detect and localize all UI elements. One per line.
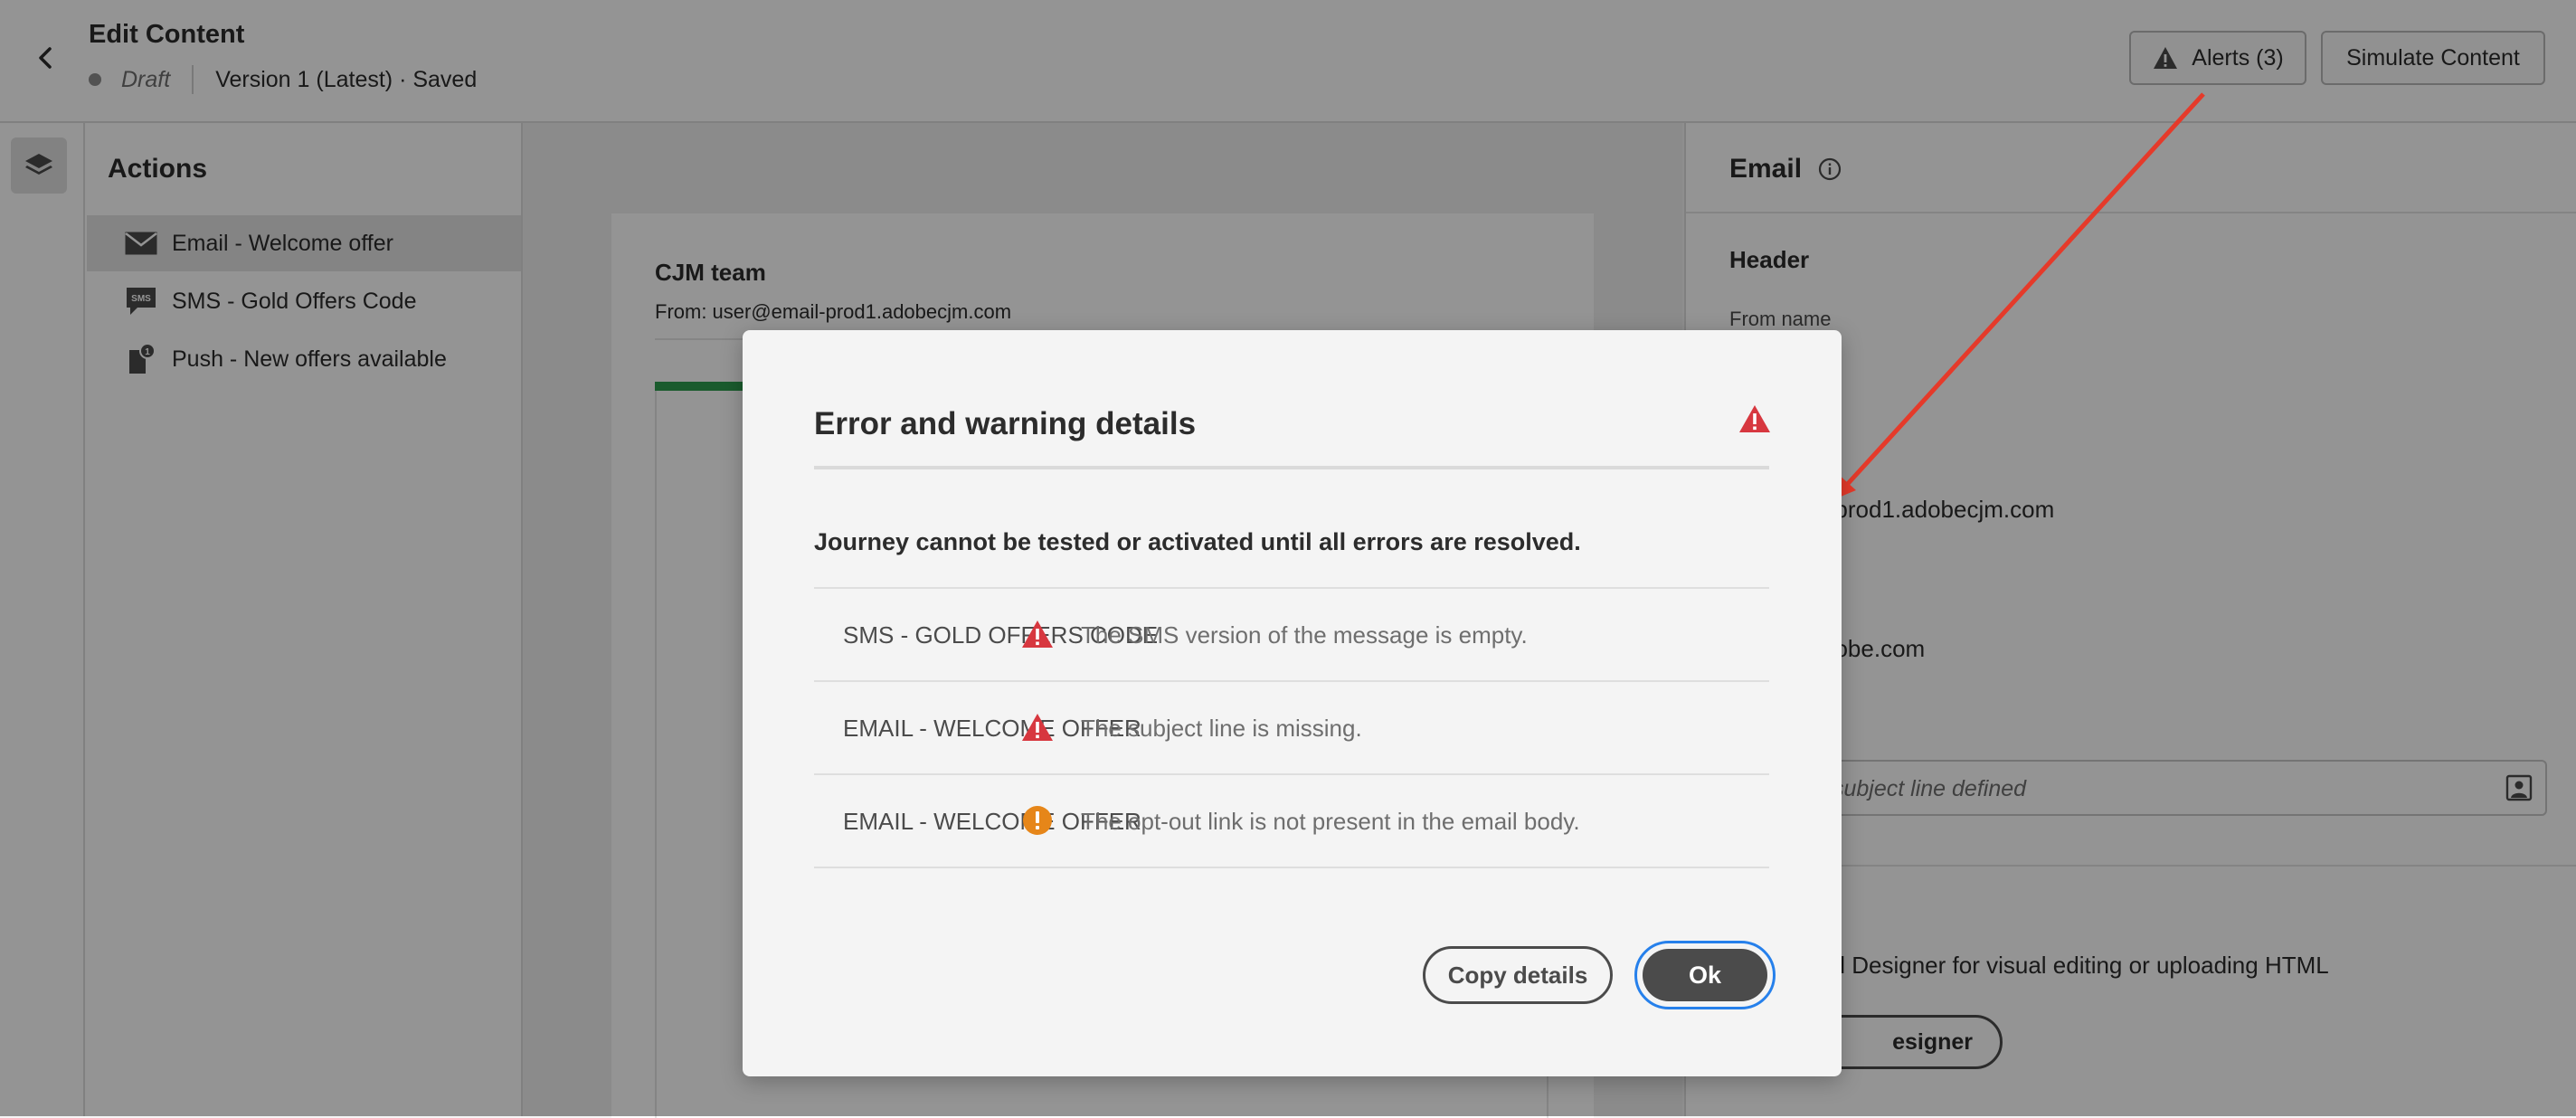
alert-triangle-icon [1739, 405, 1770, 432]
table-row: EMAIL - WELCOME OFFER The subject line i… [814, 680, 1769, 773]
row-message: The subject line is missing. [1081, 715, 1362, 742]
error-icon [1018, 616, 1056, 652]
dialog-description: Journey cannot be tested or activated un… [814, 528, 1581, 555]
ok-button[interactable]: Ok [1643, 949, 1767, 1001]
row-message: The SMS version of the message is empty. [1081, 621, 1528, 649]
table-row: SMS - GOLD OFFERS CODE The SMS version o… [814, 587, 1769, 680]
error-warning-dialog: Error and warning details Journey cannot… [743, 330, 1842, 1076]
alerts-table: SMS - GOLD OFFERS CODE The SMS version o… [814, 587, 1769, 868]
warning-icon [1018, 802, 1056, 838]
ok-button-focus-ring: Ok [1634, 941, 1776, 1009]
error-icon [1018, 709, 1056, 745]
table-row: EMAIL - WELCOME OFFER The opt-out link i… [814, 773, 1769, 868]
dialog-title: Error and warning details [814, 406, 1197, 441]
dialog-divider [814, 466, 1769, 469]
row-message: The opt-out link is not present in the e… [1081, 808, 1580, 835]
copy-details-button[interactable]: Copy details [1423, 946, 1613, 1004]
